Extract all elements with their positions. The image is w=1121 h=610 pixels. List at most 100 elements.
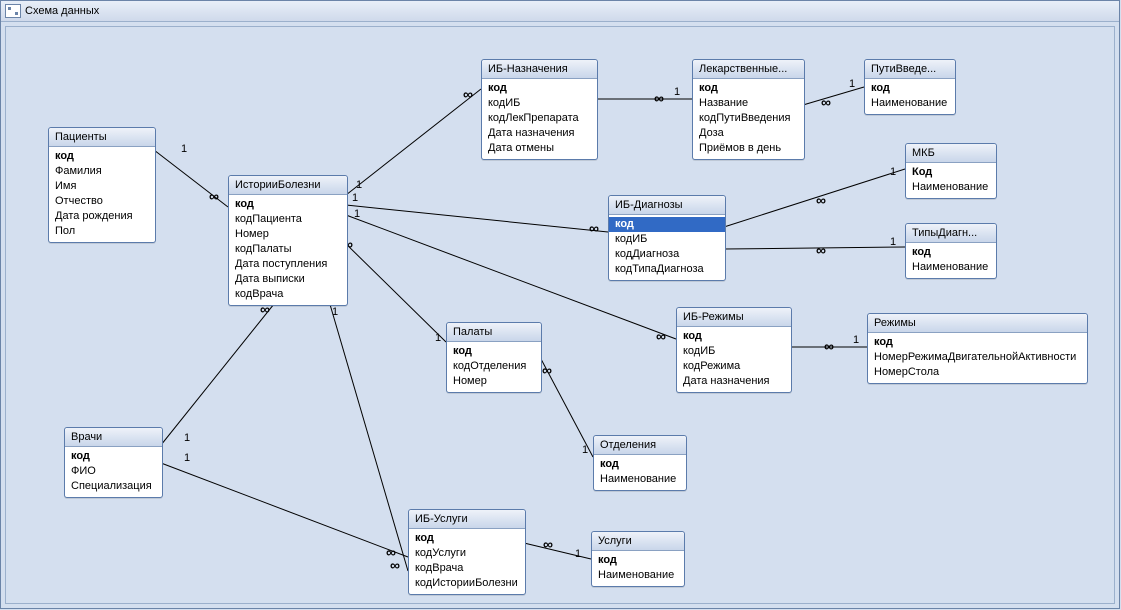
field-row[interactable]: код [609, 217, 725, 232]
field-row[interactable]: кодИБ [482, 96, 597, 111]
table-title: Палаты [447, 323, 541, 342]
table-title: Пациенты [49, 128, 155, 147]
field-row[interactable]: кодПутиВведения [693, 111, 804, 126]
field-row[interactable]: код [482, 81, 597, 96]
field-row[interactable]: НомерСтола [868, 365, 1087, 380]
field-row[interactable]: Доза [693, 126, 804, 141]
card-many: ∞ [824, 338, 834, 354]
field-row[interactable]: НомерРежимаДвигательнойАктивности [868, 350, 1087, 365]
field-row[interactable]: Дата назначения [482, 126, 597, 141]
field-row[interactable]: код [49, 149, 155, 164]
table-vrachi[interactable]: Врачи кодФИОСпециализация [64, 427, 163, 498]
field-row[interactable]: код [229, 197, 347, 212]
card-one: 1 [354, 208, 360, 220]
field-row[interactable]: Дата назначения [677, 374, 791, 389]
field-row[interactable]: код [592, 553, 684, 568]
card-one: 1 [352, 192, 358, 204]
table-lekarstvennye[interactable]: Лекарственные... кодНазваниекодПутиВведе… [692, 59, 805, 160]
field-row[interactable]: кодТипаДиагноза [609, 262, 725, 277]
field-row[interactable]: кодПалаты [229, 242, 347, 257]
table-title: ТипыДиагн... [906, 224, 996, 243]
table-title: ИБ-Диагнозы [609, 196, 725, 215]
field-row[interactable]: код [868, 335, 1087, 350]
field-row[interactable]: Наименование [906, 180, 996, 195]
table-istorii-bolezni[interactable]: ИсторииБолезни кодкодПациентаНомеркодПал… [228, 175, 348, 306]
field-row[interactable]: Пол [49, 224, 155, 239]
card-one: 1 [332, 306, 338, 318]
field-row[interactable]: код [409, 531, 525, 546]
field-row[interactable]: Специализация [65, 479, 162, 494]
field-row[interactable]: Отчество [49, 194, 155, 209]
card-one: 1 [356, 179, 362, 191]
field-row[interactable]: Код [906, 165, 996, 180]
field-row[interactable]: кодДиагноза [609, 247, 725, 262]
field-row[interactable]: Дата отмены [482, 141, 597, 156]
table-puti-vvedeniya[interactable]: ПутиВведе... кодНаименование [864, 59, 956, 115]
field-row[interactable]: Приёмов в день [693, 141, 804, 156]
field-row[interactable]: код [65, 449, 162, 464]
table-title: Режимы [868, 314, 1087, 333]
diagram-canvas[interactable]: 1 ∞ 1 ∞ 1 ∞ 1 ∞ 1 ∞ 1 [5, 26, 1115, 604]
field-row[interactable]: Имя [49, 179, 155, 194]
card-many: ∞ [543, 536, 553, 552]
field-row[interactable]: Название [693, 96, 804, 111]
table-title: ИБ-Назначения [482, 60, 597, 79]
field-row[interactable]: кодВрача [409, 561, 525, 576]
table-ib-rezhimy[interactable]: ИБ-Режимы кодкодИБкодРежимаДата назначен… [676, 307, 792, 393]
table-body: КодНаименование [906, 163, 996, 198]
field-row[interactable]: Дата поступления [229, 257, 347, 272]
table-palaty[interactable]: Палаты кодкодОтделенияНомер [446, 322, 542, 393]
field-row[interactable]: ФИО [65, 464, 162, 479]
table-body: кодНаименование [594, 455, 686, 490]
field-row[interactable]: кодУслуги [409, 546, 525, 561]
table-title: ИсторииБолезни [229, 176, 347, 195]
table-body: кодНазваниекодПутиВведенияДозаПриёмов в … [693, 79, 804, 159]
table-title: Лекарственные... [693, 60, 804, 79]
field-row[interactable]: Фамилия [49, 164, 155, 179]
table-rezhimy[interactable]: Режимы кодНомерРежимаДвигательнойАктивно… [867, 313, 1088, 384]
card-one: 1 [184, 432, 190, 444]
card-many: ∞ [821, 94, 831, 110]
relationships-window: Схема данных 1 ∞ 1 ∞ 1 ∞ 1 ∞ [0, 0, 1120, 609]
field-row[interactable]: кодЛекПрепарата [482, 111, 597, 126]
field-row[interactable]: Наименование [906, 260, 996, 275]
card-many: ∞ [463, 86, 473, 102]
table-body: кодНаименование [592, 551, 684, 586]
field-row[interactable]: Наименование [592, 568, 684, 583]
field-row[interactable]: Номер [229, 227, 347, 242]
table-patients[interactable]: Пациенты кодФамилияИмяОтчествоДата рожде… [48, 127, 156, 243]
window-titlebar[interactable]: Схема данных [1, 1, 1119, 22]
field-row[interactable]: кодРежима [677, 359, 791, 374]
card-many: ∞ [209, 188, 219, 204]
field-row[interactable]: код [906, 245, 996, 260]
table-title: МКБ [906, 144, 996, 163]
card-many: ∞ [654, 90, 664, 106]
card-one: 1 [184, 452, 190, 464]
field-row[interactable]: кодИсторииБолезни [409, 576, 525, 591]
field-row[interactable]: Дата рождения [49, 209, 155, 224]
table-tipy-diagnozov[interactable]: ТипыДиагн... кодНаименование [905, 223, 997, 279]
field-row[interactable]: Дата выписки [229, 272, 347, 287]
field-row[interactable]: кодВрача [229, 287, 347, 302]
field-row[interactable]: Наименование [594, 472, 686, 487]
field-row[interactable]: код [447, 344, 541, 359]
table-ib-diagnozy[interactable]: ИБ-Диагнозы кодкодИБкодДиагнозакодТипаДи… [608, 195, 726, 281]
field-row[interactable]: код [594, 457, 686, 472]
field-row[interactable]: Номер [447, 374, 541, 389]
field-row[interactable]: кодОтделения [447, 359, 541, 374]
field-row[interactable]: код [693, 81, 804, 96]
table-uslugi[interactable]: Услуги кодНаименование [591, 531, 685, 587]
table-otdeleniya[interactable]: Отделения кодНаименование [593, 435, 687, 491]
field-row[interactable]: код [865, 81, 955, 96]
card-many: ∞ [656, 328, 666, 344]
card-one: 1 [849, 78, 855, 90]
table-mkb[interactable]: МКБ КодНаименование [905, 143, 997, 199]
field-row[interactable]: Наименование [865, 96, 955, 111]
table-ib-naznacheniya[interactable]: ИБ-Назначения кодкодИБкодЛекПрепаратаДат… [481, 59, 598, 160]
field-row[interactable]: кодИБ [609, 232, 725, 247]
card-many: ∞ [816, 192, 826, 208]
table-ib-uslugi[interactable]: ИБ-Услуги кодкодУслугикодВрачакодИстории… [408, 509, 526, 595]
field-row[interactable]: кодПациента [229, 212, 347, 227]
field-row[interactable]: код [677, 329, 791, 344]
field-row[interactable]: кодИБ [677, 344, 791, 359]
